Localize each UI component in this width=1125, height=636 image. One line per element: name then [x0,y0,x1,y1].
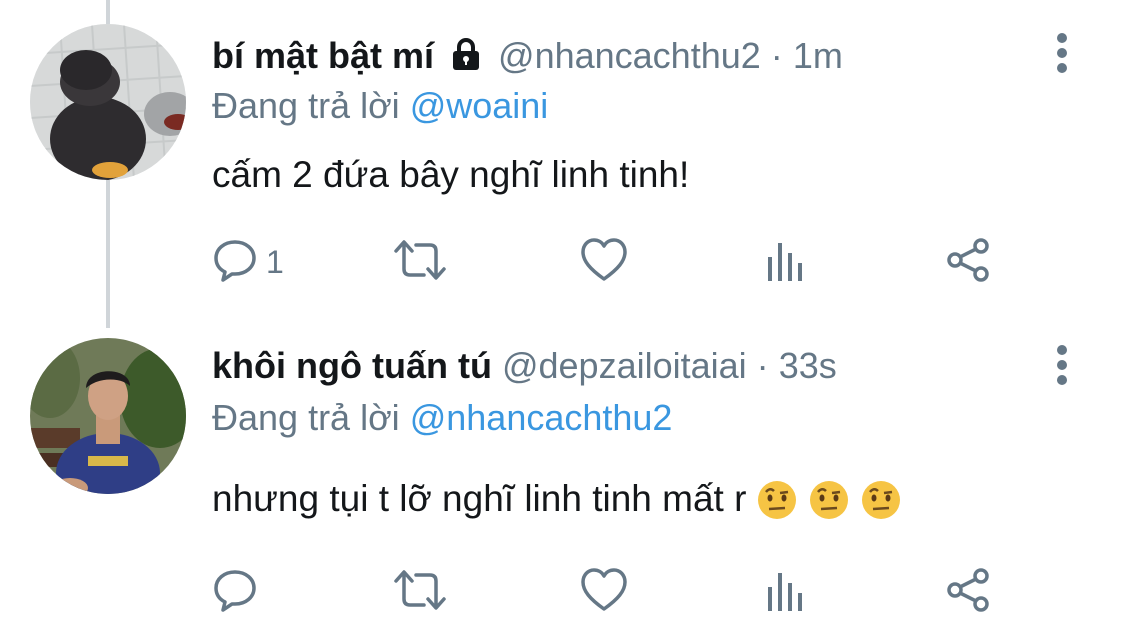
share-button[interactable] [944,236,992,288]
tweet-1[interactable]: bí mật bật mí @nhancachthu2 · 1m Đang trả… [0,0,1125,328]
thread-line-bottom [106,180,110,328]
analytics-icon [764,237,808,288]
share-icon [944,566,992,619]
more-options-icon[interactable] [1049,32,1075,76]
timestamp[interactable]: 33s [779,345,837,386]
face-with-raised-eyebrow-icon [860,479,902,532]
tweet-text: nhưng tụi t lỡ nghĩ linh tinh mất r [212,478,747,519]
tweet-header: bí mật bật mí @nhancachthu2 · 1m [212,34,843,82]
reply-button[interactable] [212,566,266,618]
analytics-button[interactable] [764,236,808,288]
action-bar [212,566,1012,618]
replying-to-line: Đang trả lời @woaini [212,84,548,128]
replying-to-mention[interactable]: @nhancachthu2 [410,397,673,438]
separator-dot: · [756,345,769,386]
like-icon [580,237,628,288]
avatar[interactable] [30,338,186,494]
analytics-button[interactable] [764,566,808,618]
tweet-text: cấm 2 đứa bây nghĩ linh tinh! [212,154,690,195]
tweet-2[interactable]: khôi ngô tuấn tú @depzailoitaiai · 33s Đ… [0,320,1125,636]
replying-prefix: Đang trả lời [212,85,400,126]
like-button[interactable] [580,566,628,618]
share-button[interactable] [944,566,992,618]
tweet-header: khôi ngô tuấn tú @depzailoitaiai · 33s [212,344,837,388]
thread-line-top [106,0,110,24]
face-with-raised-eyebrow-icon [756,479,798,532]
user-handle[interactable]: @nhancachthu2 [498,35,761,76]
share-icon [944,236,992,289]
user-handle[interactable]: @depzailoitaiai [502,345,747,386]
replying-prefix: Đang trả lời [212,397,400,438]
like-button[interactable] [580,236,628,288]
reply-icon [212,237,258,288]
like-icon [580,567,628,618]
display-name[interactable]: khôi ngô tuấn tú [212,345,492,386]
retweet-button[interactable] [392,236,448,288]
action-bar: 1 [212,236,1012,288]
display-name[interactable]: bí mật bật mí [212,35,434,76]
replying-to-line: Đang trả lời @nhancachthu2 [212,396,672,440]
face-with-raised-eyebrow-icon [808,479,850,532]
separator-dot: · [770,35,783,76]
retweet-button[interactable] [392,566,448,618]
analytics-icon [764,567,808,618]
lock-icon [448,36,484,82]
reply-count: 1 [266,243,284,280]
tweet-text-line: nhưng tụi t lỡ nghĩ linh tinh mất r [212,476,902,532]
timestamp[interactable]: 1m [793,35,843,76]
retweet-icon [392,237,448,288]
reply-icon [212,567,258,618]
avatar[interactable] [30,24,186,180]
reply-button[interactable]: 1 [212,236,284,288]
retweet-icon [392,567,448,618]
replying-to-mention[interactable]: @woaini [410,85,549,126]
more-options-icon[interactable] [1049,344,1075,388]
